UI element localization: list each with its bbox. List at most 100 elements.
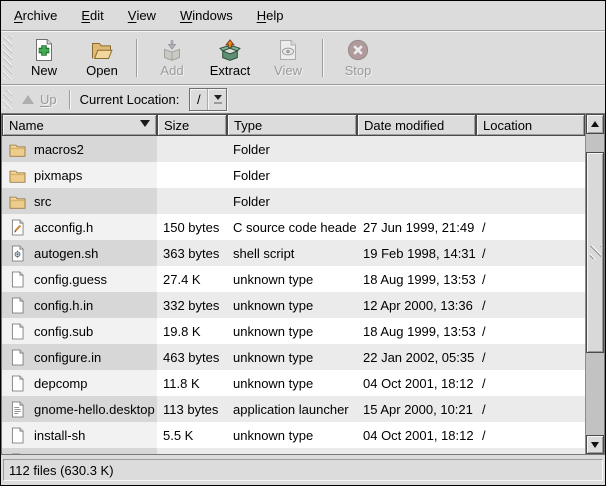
cell-text-type: unknown type: [233, 376, 313, 391]
scroll-down-button[interactable]: [586, 435, 604, 454]
cell-type: Folder: [227, 136, 357, 162]
scrollbar-thumb[interactable]: [586, 152, 604, 353]
cell-text-size: 150 bytes: [163, 220, 219, 235]
cell-text-location: /: [482, 350, 486, 365]
toolbar-button-label: Extract: [210, 63, 250, 78]
vertical-scrollbar[interactable]: [585, 114, 604, 454]
cell-text-size: 19.8 K: [163, 324, 201, 339]
cell-text-date: 12 Apr 2000, 13:36: [363, 298, 473, 313]
cell-text-size: 27.4 K: [163, 272, 201, 287]
chevron-down-icon: [214, 95, 222, 100]
menu-view[interactable]: View: [116, 1, 168, 30]
table-row[interactable]: pixmaps Folder: [2, 162, 585, 188]
document-icon: [8, 348, 27, 367]
current-location-label: Current Location:: [80, 92, 180, 107]
cell-date: 12 Apr 2000, 13:36: [357, 292, 476, 318]
cell-size: 11.8 K: [157, 370, 227, 396]
cell-text-date: 19 Feb 1998, 14:31: [363, 246, 476, 261]
column-header-label: Location: [483, 118, 532, 133]
toolbar-button-label: View: [274, 63, 302, 78]
cell-location: [476, 136, 585, 162]
cell-date: 15 Apr 2000, 10:21: [357, 396, 476, 422]
table-row[interactable]: autogen.sh363 bytesshell script19 Feb 19…: [2, 240, 585, 266]
table-row[interactable]: config.guess27.4 Kunknown type18 Aug 199…: [2, 266, 585, 292]
locationbar-drag-handle[interactable]: [3, 90, 12, 109]
cell-text-location: /: [482, 402, 486, 417]
table-row[interactable]: depcomp11.8 Kunknown type04 Oct 2001, 18…: [2, 370, 585, 396]
column-header-size[interactable]: Size: [157, 114, 227, 136]
column-header-label: Date modified: [364, 118, 444, 133]
cell-text-size: 113 bytes: [163, 402, 218, 417]
location-combo-value: /: [190, 89, 208, 110]
cell-size: 19.8 K: [157, 318, 227, 344]
table-row-partial[interactable]: [2, 448, 585, 454]
location-combo-dropdown-button[interactable]: [208, 89, 226, 110]
cell-location: [476, 188, 585, 214]
up-button[interactable]: Up: [15, 90, 64, 109]
cell-size: [157, 136, 227, 162]
table-row[interactable]: macros2 Folder: [2, 136, 585, 162]
new-button[interactable]: New: [15, 36, 73, 80]
cell-text-type: Folder: [233, 168, 270, 183]
cell-name: depcomp: [2, 370, 157, 396]
cell-text-name: macros2: [34, 142, 84, 157]
table-row[interactable]: acconfig.h150 bytesC source code header2…: [2, 214, 585, 240]
cell-name: src: [2, 188, 157, 214]
location-combo[interactable]: /: [189, 88, 227, 111]
cell-text-location: /: [482, 428, 486, 443]
cell-name: pixmaps: [2, 162, 157, 188]
cell-name: macros2: [2, 136, 157, 162]
menu-edit[interactable]: Edit: [69, 1, 115, 30]
toolbar-drag-handle[interactable]: [3, 36, 12, 80]
cell-text-date: 22 Jan 2002, 05:35: [363, 350, 474, 365]
cell-size: 150 bytes: [157, 214, 227, 240]
launcher-icon: [8, 400, 27, 419]
cell-date: 04 Oct 2001, 18:12: [357, 422, 476, 448]
status-bar: 112 files (630.3 K): [3, 459, 603, 481]
cell-type: application launcher: [227, 396, 357, 422]
column-header-label: Type: [234, 118, 262, 133]
cell-text-location: /: [482, 246, 486, 261]
cell-type: unknown type: [227, 266, 357, 292]
location-bar: Up Current Location: /: [1, 86, 605, 113]
cell-name: config.h.in: [2, 292, 157, 318]
cell-text-name: config.sub: [34, 324, 93, 339]
menubar: ArchiveEditViewWindowsHelp: [1, 1, 605, 30]
table-row[interactable]: configure.in463 bytesunknown type22 Jan …: [2, 344, 585, 370]
cell-type: [227, 448, 357, 454]
cell-date: [357, 188, 476, 214]
file-rows-viewport: macros2 Folder pixmaps Folder srcFolderaccon…: [2, 136, 585, 454]
cell-text-location: /: [482, 220, 486, 235]
cell-text-type: unknown type: [233, 272, 313, 287]
cell-location: /: [476, 396, 585, 422]
cell-location: /: [476, 344, 585, 370]
cell-size: 332 bytes: [157, 292, 227, 318]
menu-help[interactable]: Help: [245, 1, 296, 30]
table-row[interactable]: install-sh5.5 Kunknown type04 Oct 2001, …: [2, 422, 585, 448]
table-row[interactable]: gnome-hello.desktop113 bytesapplication …: [2, 396, 585, 422]
table-row[interactable]: srcFolder: [2, 188, 585, 214]
scroll-up-button[interactable]: [586, 114, 604, 134]
open-archive-icon: [90, 38, 114, 62]
open-button[interactable]: Open: [73, 36, 131, 80]
column-header-name[interactable]: Name: [2, 114, 157, 136]
cell-type: Folder: [227, 162, 357, 188]
table-row[interactable]: config.sub19.8 Kunknown type18 Aug 1999,…: [2, 318, 585, 344]
cell-location: [476, 162, 585, 188]
menu-windows[interactable]: Windows: [168, 1, 245, 30]
extract-button[interactable]: Extract: [201, 36, 259, 80]
cell-size: 5.5 K: [157, 422, 227, 448]
stop-icon: [346, 38, 370, 62]
table-row[interactable]: config.h.in332 bytesunknown type 12 Apr 2…: [2, 292, 585, 318]
cell-text-date: 04 Oct 2001, 18:12: [363, 428, 474, 443]
column-header-type[interactable]: Type: [227, 114, 357, 136]
column-header-location[interactable]: Location: [476, 114, 585, 136]
cell-type: unknown type: [227, 292, 357, 318]
cell-location: /: [476, 214, 585, 240]
cell-date: [357, 448, 476, 454]
column-header-date-modified[interactable]: Date modified: [357, 114, 476, 136]
menu-archive[interactable]: Archive: [2, 1, 69, 30]
cell-text-type: unknown type: [233, 350, 313, 365]
cell-text-date: 27 Jun 1999, 21:49: [363, 220, 474, 235]
scroll-down-arrow-icon: [591, 442, 599, 448]
